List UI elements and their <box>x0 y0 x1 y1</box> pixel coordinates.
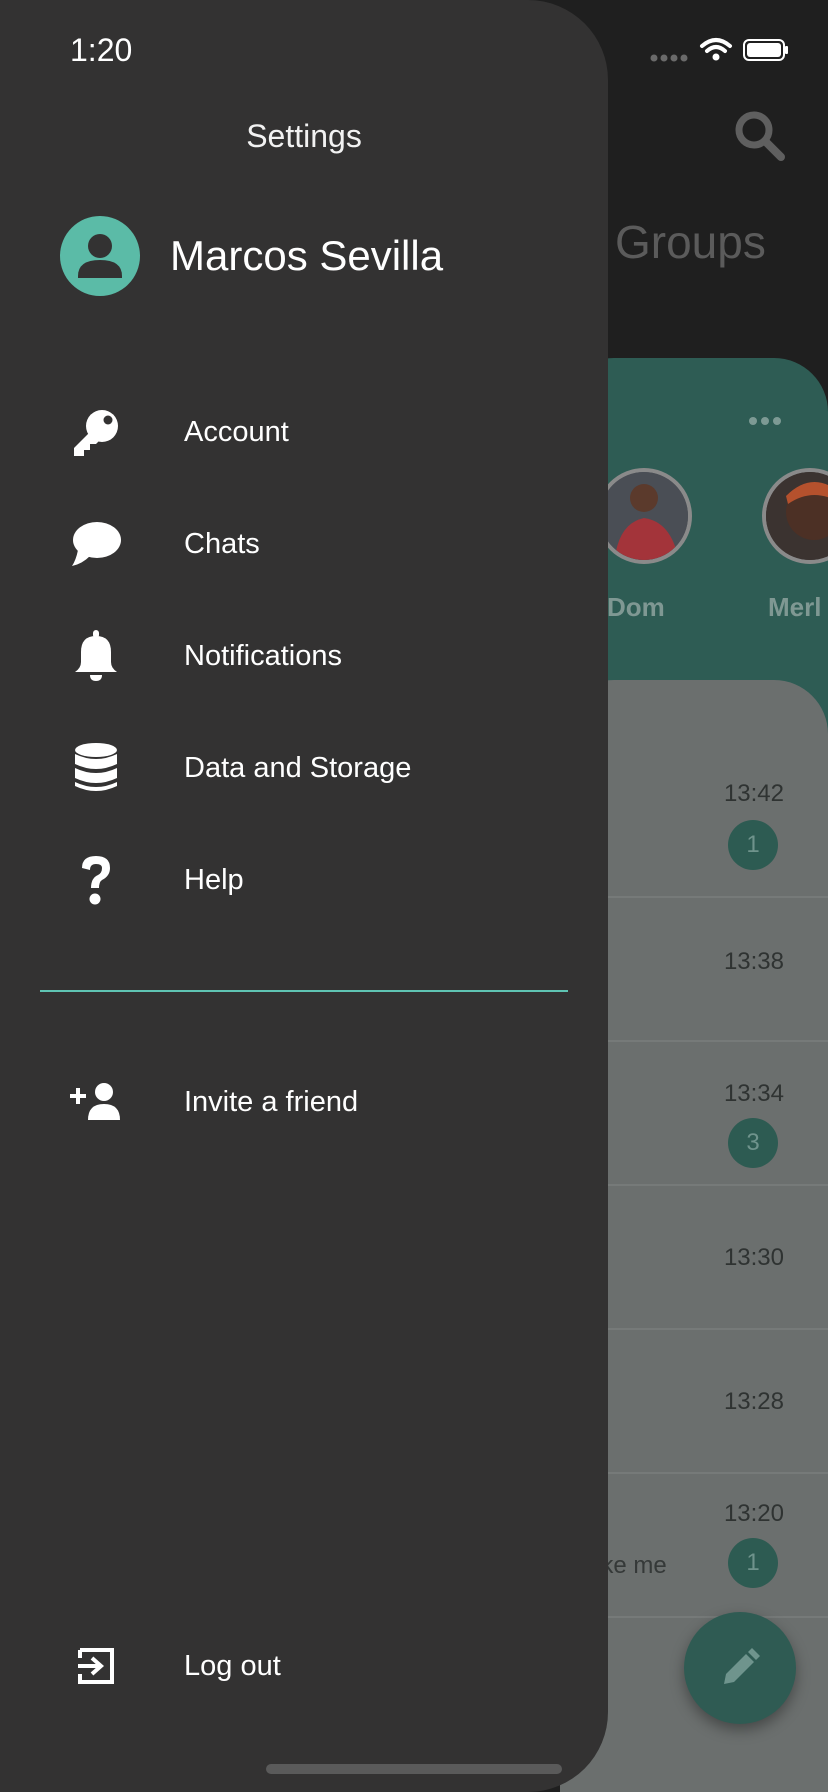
groups-tab[interactable]: Groups <box>615 215 766 269</box>
status-icons <box>650 36 790 71</box>
key-icon <box>68 404 124 460</box>
menu-label: Invite a friend <box>184 1085 359 1118</box>
chat-bubble-icon <box>68 516 124 572</box>
drawer-title: Settings <box>246 118 362 154</box>
chat-time: 13:42 <box>723 780 784 807</box>
database-icon <box>68 740 124 796</box>
avatar <box>60 216 140 296</box>
bell-icon <box>68 628 124 684</box>
compose-button[interactable] <box>684 1612 796 1724</box>
chat-time: 13:30 <box>723 1244 784 1271</box>
menu-item-invite[interactable]: Invite a friend <box>0 1046 608 1158</box>
logout-icon <box>68 1638 124 1694</box>
invite-section: Invite a friend <box>0 1046 608 1158</box>
unread-badge: 3 <box>728 1118 778 1168</box>
status-time: 1:20 <box>70 32 133 68</box>
settings-menu: Account Chats Notifications Data and Sto… <box>0 376 608 936</box>
unread-badge: 1 <box>728 1538 778 1588</box>
chat-time: 13:34 <box>723 1080 784 1107</box>
chat-time: 13:20 <box>723 1500 784 1527</box>
chat-time: 13:28 <box>723 1388 784 1415</box>
logout-section: Log out <box>0 1610 608 1722</box>
menu-label: Log out <box>184 1649 281 1682</box>
person-icon <box>78 234 122 278</box>
menu-label: Help <box>184 863 244 896</box>
logout-button[interactable]: Log out <box>0 1610 608 1722</box>
menu-item-data-storage[interactable]: Data and Storage <box>0 712 608 824</box>
menu-item-notifications[interactable]: Notifications <box>0 600 608 712</box>
add-person-icon <box>68 1074 124 1130</box>
signal-icon <box>650 54 688 62</box>
menu-label: Chats <box>184 527 260 560</box>
home-indicator <box>266 1764 562 1774</box>
menu-item-account[interactable]: Account <box>0 376 608 488</box>
chat-time: 13:38 <box>723 948 784 975</box>
wifi-icon <box>700 38 732 53</box>
menu-item-chats[interactable]: Chats <box>0 488 608 600</box>
battery-icon <box>743 39 788 61</box>
menu-label: Notifications <box>184 639 342 672</box>
menu-label: Data and Storage <box>184 751 412 784</box>
profile-name: Marcos Sevilla <box>170 232 444 279</box>
menu-label: Account <box>184 415 289 448</box>
story-name: Dom <box>607 592 665 622</box>
divider <box>40 990 568 992</box>
story-avatar-dom[interactable] <box>596 468 692 564</box>
search-icon[interactable] <box>732 108 786 162</box>
menu-item-help[interactable]: Help <box>0 824 608 936</box>
settings-drawer: 1:20 Settings Marcos Sevilla Account Cha… <box>0 0 608 1792</box>
pencil-icon <box>724 1648 760 1684</box>
profile-header[interactable]: Marcos Sevilla <box>60 216 443 296</box>
story-name: Merl <box>768 592 822 622</box>
question-icon <box>68 852 124 908</box>
unread-badge: 1 <box>728 820 778 870</box>
more-icon[interactable] <box>748 416 782 426</box>
